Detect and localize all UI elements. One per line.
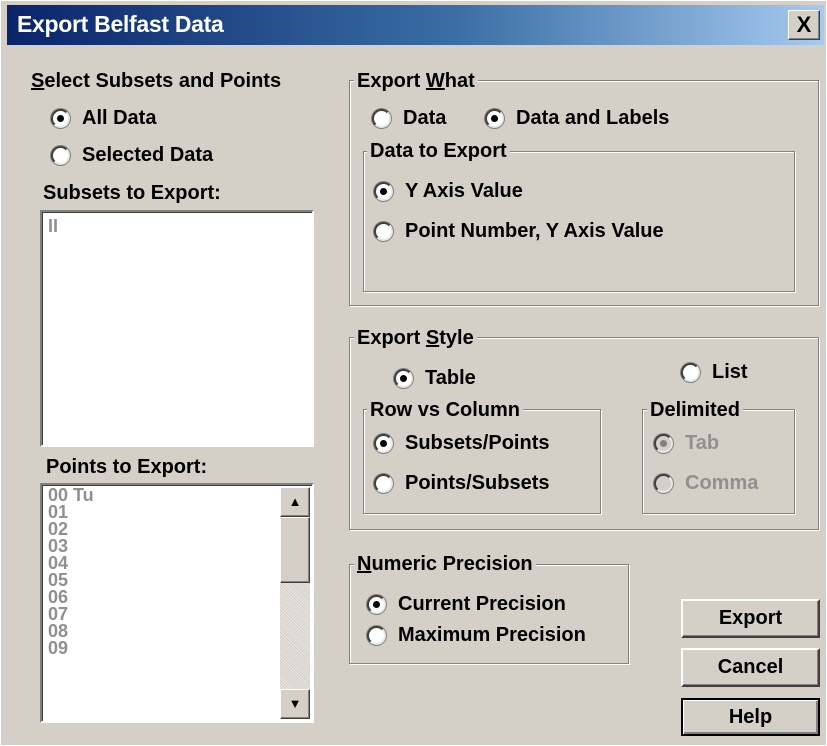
list-item[interactable]: II [42,217,312,235]
row-vs-column-label: Row vs Column [367,400,524,420]
subsets-listbox[interactable]: II [40,210,314,447]
subsets-points-radio[interactable]: Subsets/Points [374,433,549,453]
dialog-title: Export Belfast Data [17,11,224,37]
radio-indicator [374,221,393,241]
title-bar[interactable]: Export Belfast Data X [7,5,824,45]
list-item[interactable]: 09 [42,639,312,657]
points-listbox[interactable]: 00 Tu 01 02 03 04 05 06 07 08 09 ▲ ▼ [40,483,314,723]
scroll-thumb[interactable] [280,517,310,583]
list-item[interactable]: 08 [42,622,312,640]
all-data-label: All Data [82,107,157,129]
radio-selected-indicator [394,368,413,388]
radio-indicator [654,473,673,493]
radio-selected-indicator [374,433,393,453]
delimited-label: Delimited [647,400,744,420]
list-label: List [712,361,748,383]
points-scrollbar[interactable]: ▲ ▼ [280,487,310,719]
subsets-to-export-label: Subsets to Export: [43,182,221,204]
current-precision-radio[interactable]: Current Precision [367,594,566,614]
radio-selected-indicator [367,594,386,614]
export-button[interactable]: Export [681,599,820,638]
y-axis-value-radio[interactable]: Y Axis Value [374,181,523,201]
radio-indicator [374,473,393,493]
help-button[interactable]: Help [681,698,820,736]
table-radio[interactable]: Table [394,368,476,388]
data-and-labels-radio[interactable]: Data and Labels [485,108,669,128]
radio-selected-indicator [485,108,504,128]
data-radio[interactable]: Data [372,108,446,128]
list-item[interactable]: 01 [42,503,312,521]
radio-indicator [367,625,386,645]
radio-selected-indicator [654,433,673,453]
tab-label: Tab [685,432,720,454]
comma-label: Comma [685,472,759,494]
list-item[interactable]: 00 Tu [42,486,312,504]
points-subsets-label: Points/Subsets [405,472,550,494]
list-item[interactable]: 05 [42,571,312,589]
export-style-label: Export Style [354,328,477,348]
comma-radio[interactable]: Comma [654,473,758,493]
data-and-labels-label: Data and Labels [516,107,670,129]
scroll-up-arrow-icon[interactable]: ▲ [280,487,310,517]
radio-selected-indicator [374,181,393,201]
subsets-points-label: Subsets/Points [405,432,550,454]
selected-data-label: Selected Data [82,144,214,166]
radio-indicator [681,362,700,382]
export-what-label: Export What [354,71,478,91]
delimited-group [642,409,795,514]
list-item[interactable]: 04 [42,554,312,572]
radio-indicator [372,108,391,128]
list-item[interactable]: 02 [42,520,312,538]
list-radio[interactable]: List [681,362,748,382]
list-item[interactable]: 07 [42,605,312,623]
select-subsets-points-label: Select Subsets and Points [31,70,282,92]
all-data-radio[interactable]: All Data [51,108,156,128]
cancel-button[interactable]: Cancel [681,648,820,687]
maximum-precision-label: Maximum Precision [398,624,586,646]
tab-radio[interactable]: Tab [654,433,719,453]
table-label: Table [425,367,476,389]
data-to-export-label: Data to Export [367,141,510,161]
selected-data-radio[interactable]: Selected Data [51,145,213,165]
points-to-export-label: Points to Export: [46,456,208,478]
export-dialog: Export Belfast Data X Select Subsets and… [0,0,827,746]
maximum-precision-radio[interactable]: Maximum Precision [367,625,586,645]
list-item[interactable]: 06 [42,588,312,606]
numeric-precision-label: Numeric Precision [354,554,536,574]
scroll-down-arrow-icon[interactable]: ▼ [280,689,310,719]
list-item[interactable]: 03 [42,537,312,555]
row-vs-column-group [363,409,601,514]
y-axis-value-label: Y Axis Value [405,180,523,202]
point-number-y-axis-radio[interactable]: Point Number, Y Axis Value [374,221,664,241]
current-precision-label: Current Precision [398,593,566,615]
point-number-y-axis-label: Point Number, Y Axis Value [405,220,664,242]
data-label: Data [403,107,447,129]
close-button[interactable]: X [788,10,820,40]
radio-indicator [51,145,70,165]
radio-selected-indicator [51,108,70,128]
points-subsets-radio[interactable]: Points/Subsets [374,473,549,493]
